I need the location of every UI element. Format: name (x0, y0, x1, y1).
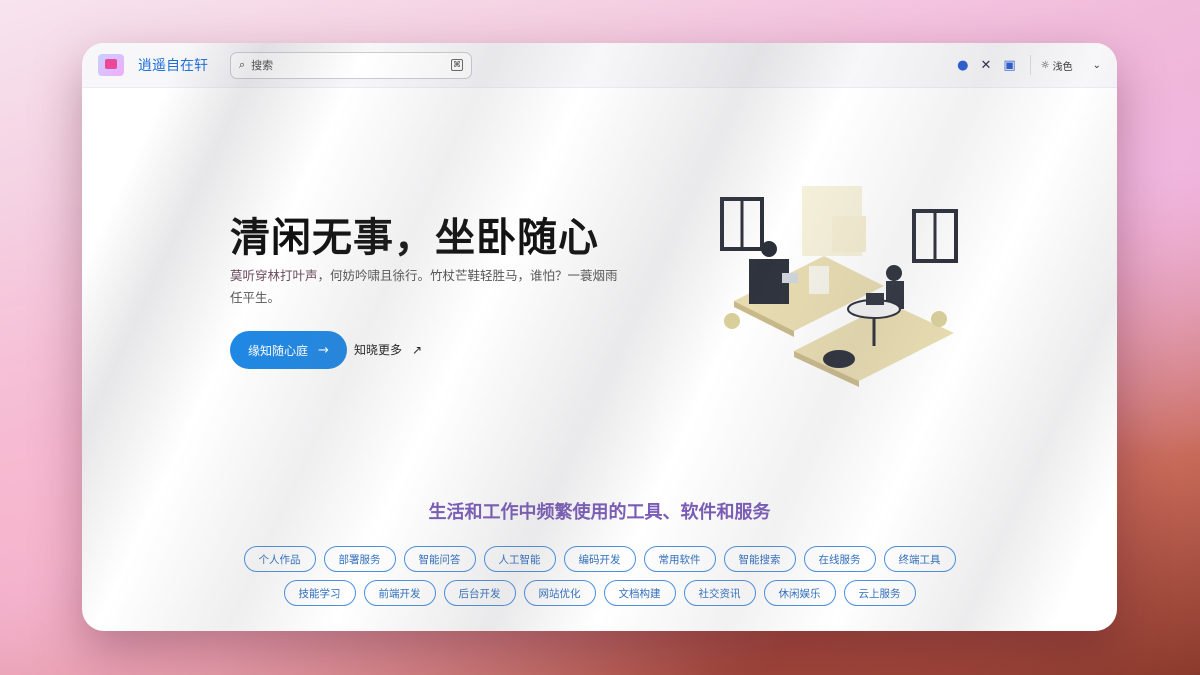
theme-switcher[interactable]: ☼ 浅色 ⌄ (1041, 58, 1101, 73)
primary-cta-button[interactable]: 缘知随心庭 → (230, 331, 347, 369)
github-icon[interactable]: ● (957, 58, 968, 73)
tag-ai[interactable]: 人工智能 (483, 546, 556, 572)
tag-online-services[interactable]: 在线服务 (803, 546, 876, 572)
tags-row-2: 技能学习 前端开发 后台开发 网站优化 文档构建 社交资讯 休闲娱乐 云上服务 (82, 580, 1117, 606)
tag-backend[interactable]: 后台开发 (443, 580, 516, 606)
tag-terminal-tools[interactable]: 终端工具 (883, 546, 956, 572)
tag-smart-qa[interactable]: 智能问答 (403, 546, 476, 572)
tag-skill-learning[interactable]: 技能学习 (283, 580, 356, 606)
hero-description-highlight: 莫听穿林打叶声， (230, 268, 331, 283)
hero-title: 清闲无事，坐卧随心 (230, 215, 599, 261)
x-icon[interactable]: ✕ (980, 58, 991, 73)
services-title: 生活和工作中频繁使用的工具、软件和服务 (428, 502, 771, 523)
search-input[interactable]: ⌕ 搜索 ⌘ (230, 51, 472, 79)
tag-coding[interactable]: 编码开发 (563, 546, 636, 572)
tag-seo[interactable]: 网站优化 (523, 580, 596, 606)
chevron-down-icon: ⌄ (1092, 59, 1101, 71)
external-link-icon: ↗ (412, 342, 423, 357)
tag-smart-search[interactable]: 智能搜索 (723, 546, 796, 572)
tag-leisure[interactable]: 休闲娱乐 (763, 580, 836, 606)
tag-social-news[interactable]: 社交资讯 (683, 580, 756, 606)
arrow-right-icon: → (318, 342, 329, 358)
search-icon: ⌕ (239, 58, 246, 71)
keyboard-shortcut-icon: ⌘ (451, 59, 463, 71)
hero-description: 莫听穿林打叶声，何妨吟啸且徐行。竹杖芒鞋轻胜马，谁怕？一蓑烟雨任平生。 (230, 265, 620, 309)
tags-row-1: 个人作品 部署服务 智能问答 人工智能 编码开发 常用软件 智能搜索 在线服务 … (82, 546, 1117, 572)
learn-more-label: 知晓更多 (354, 343, 403, 357)
sun-icon: ☼ (1040, 59, 1050, 71)
tag-deploy-services[interactable]: 部署服务 (323, 546, 396, 572)
mastodon-icon[interactable]: ▣ (1003, 58, 1015, 73)
tag-common-software[interactable]: 常用软件 (643, 546, 716, 572)
browser-window: 逍遥自在轩 ⌕ 搜索 ⌘ ● ✕ ▣ ☼ 浅色 ⌄ 清闲无事，坐卧随心 莫听穿林… (82, 43, 1117, 631)
primary-cta-label: 缘知随心庭 (248, 343, 309, 358)
tag-frontend[interactable]: 前端开发 (363, 580, 436, 606)
nav-divider (1029, 55, 1031, 75)
learn-more-link[interactable]: 知晓更多 ↗ (354, 341, 422, 358)
theme-label: 浅色 (1052, 61, 1073, 73)
tag-cloud-services[interactable]: 云上服务 (843, 580, 916, 606)
tag-docs[interactable]: 文档构建 (603, 580, 676, 606)
site-name[interactable]: 逍遥自在轩 (138, 55, 208, 75)
hero-illustration (720, 186, 958, 387)
top-navigation-bar: 逍遥自在轩 ⌕ 搜索 ⌘ ● ✕ ▣ ☼ 浅色 ⌄ (82, 43, 1117, 88)
site-logo[interactable] (98, 54, 124, 76)
search-placeholder: 搜索 (251, 59, 274, 72)
tag-personal-works[interactable]: 个人作品 (243, 546, 316, 572)
